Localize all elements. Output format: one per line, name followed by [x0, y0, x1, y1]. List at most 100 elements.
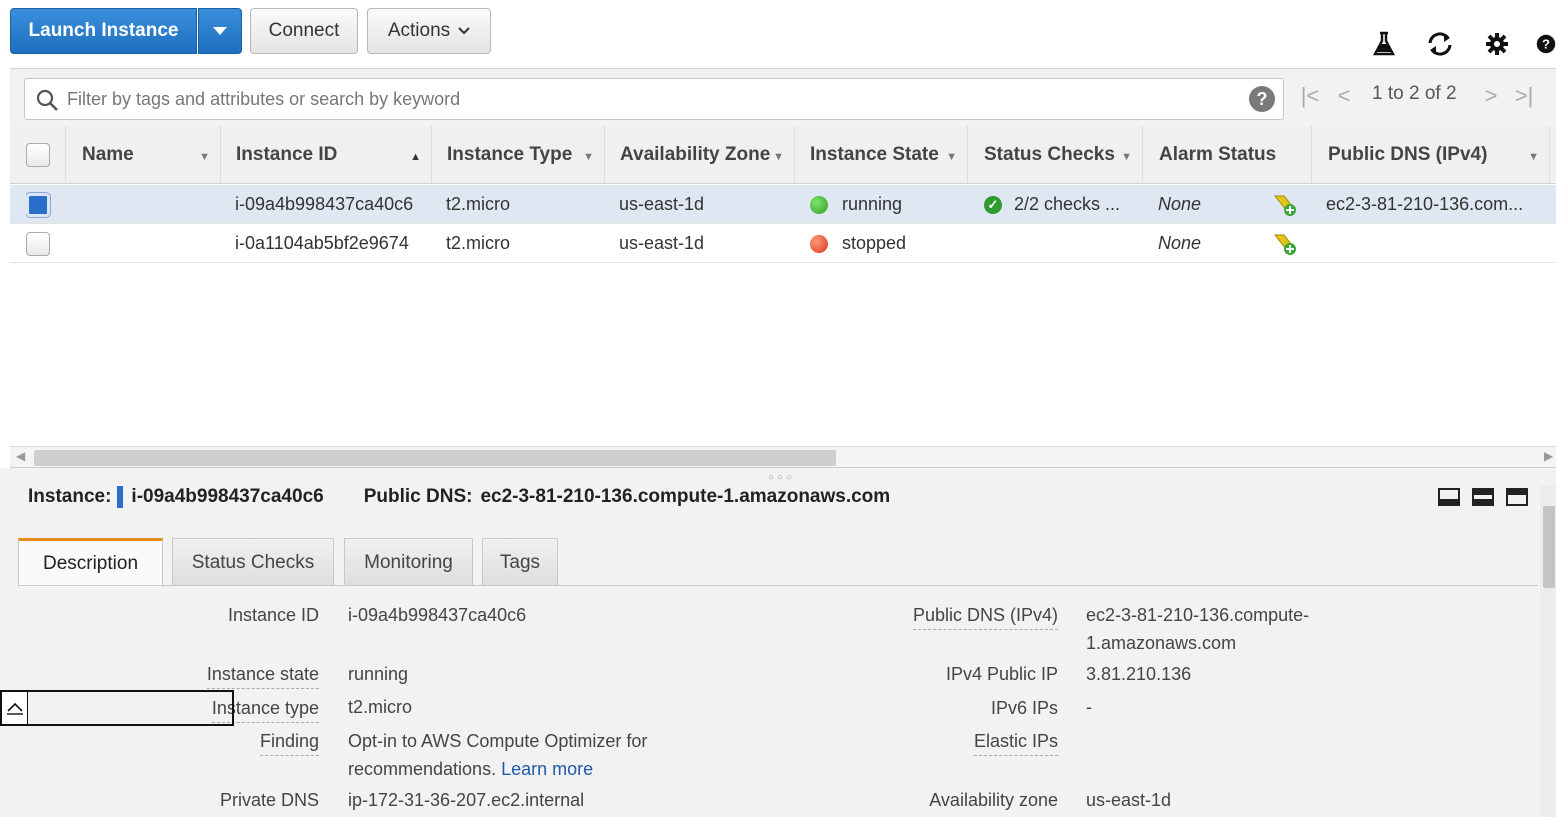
column-label: Alarm Status: [1159, 144, 1277, 165]
last-page-icon[interactable]: >|: [1512, 83, 1536, 109]
instance-id-value: i-09a4b998437ca40c6: [131, 486, 324, 507]
launch-instance-dropdown-button[interactable]: [198, 8, 242, 54]
column-header-name[interactable]: Name ▼: [66, 126, 221, 184]
refresh-icon[interactable]: [1426, 30, 1454, 58]
row-checkbox[interactable]: [26, 231, 50, 256]
scroll-left-icon[interactable]: ◀: [16, 449, 25, 463]
vertical-scrollbar[interactable]: [1540, 486, 1556, 817]
selection-marker: [117, 486, 124, 508]
check-passed-icon: ✓: [984, 195, 1002, 214]
first-page-icon[interactable]: |<: [1298, 83, 1322, 109]
row-select-cell: [26, 224, 56, 263]
public-dns-line-2: 1.amazonaws.com: [1086, 633, 1237, 653]
label-ipv6-ips: IPv6 IPs: [990, 698, 1058, 718]
cell-status-checks[interactable]: ✓ 2/2 checks ...: [984, 185, 1140, 224]
launch-instance-button[interactable]: Launch Instance: [10, 8, 197, 54]
alarm-add-icon[interactable]: [1272, 185, 1306, 224]
caret-down-icon: ▼: [1121, 151, 1132, 163]
horizontal-scrollbar[interactable]: ◀ ▶: [10, 446, 1556, 468]
gear-icon[interactable]: [1483, 30, 1511, 58]
column-label: Public DNS (IPv4): [1328, 144, 1488, 165]
caret-down-icon: ▼: [1528, 151, 1539, 163]
value-private-dns: ip-172-31-36-207.ec2.internal: [348, 790, 585, 810]
search-box[interactable]: ?: [24, 78, 1284, 120]
learn-more-link[interactable]: Learn more: [501, 759, 593, 779]
column-label: Availability Zone: [620, 144, 771, 165]
status-checks-label: 2/2 checks ...: [1014, 194, 1121, 214]
chevron-down-icon: [458, 27, 470, 35]
caret-down-icon: ▼: [773, 151, 784, 163]
connect-button[interactable]: Connect: [250, 8, 358, 54]
cell-instance-state: running: [810, 185, 970, 224]
caret-down-icon: ▼: [199, 151, 210, 163]
label-instance-id: Instance ID: [227, 605, 319, 625]
column-header-alarm-status[interactable]: Alarm Status: [1143, 126, 1312, 184]
search-input[interactable]: [65, 83, 1235, 115]
column-header-instance-id[interactable]: Instance ID ▲: [221, 126, 432, 184]
finding-text: Opt-in to AWS Compute Optimizer for reco…: [348, 731, 648, 779]
label-ipv4-public-ip: IPv4 Public IP: [945, 664, 1058, 684]
label-elastic-ips: Elastic IPs: [973, 731, 1058, 756]
column-label: Instance ID: [236, 144, 338, 165]
status-stopped-icon: [810, 234, 828, 253]
caret-down-icon: ▼: [583, 151, 594, 163]
tab-divider: [18, 585, 1538, 586]
tab-status-checks[interactable]: Status Checks: [172, 538, 334, 586]
select-all-cell: [10, 126, 66, 184]
prev-page-icon[interactable]: <: [1332, 83, 1356, 109]
details-header: Instance: i-09a4b998437ca40c6 Public DNS…: [28, 486, 890, 508]
overlay-outline-box: [0, 690, 234, 726]
help-icon[interactable]: ?: [1536, 30, 1556, 58]
status-running-icon: [810, 195, 828, 214]
column-header-instance-type[interactable]: Instance Type ▼: [432, 126, 605, 184]
column-label: Instance Type: [447, 144, 573, 165]
next-page-icon[interactable]: >: [1479, 83, 1503, 109]
actions-button[interactable]: Actions: [367, 8, 491, 54]
cell-instance-id: i-09a4b998437ca40c6: [235, 194, 414, 214]
tab-monitoring[interactable]: Monitoring: [344, 538, 473, 586]
row-checkbox[interactable]: [26, 192, 50, 217]
scrollbar-thumb[interactable]: [34, 450, 836, 466]
alarm-add-icon[interactable]: [1272, 224, 1306, 263]
caret-down-icon: [213, 27, 227, 35]
panel-view-icon[interactable]: [1438, 488, 1460, 506]
search-icon: [36, 89, 58, 111]
flask-icon[interactable]: [1370, 30, 1398, 58]
table-row[interactable]: i-0a1104ab5bf2e9674 t2.micro us-east-1d …: [10, 224, 1556, 263]
column-label: Instance State: [810, 144, 939, 165]
column-header-public-dns[interactable]: Public DNS (IPv4) ▼: [1312, 126, 1550, 184]
tab-description[interactable]: Description: [18, 538, 163, 587]
tab-tags[interactable]: Tags: [482, 538, 558, 586]
svg-text:?: ?: [1542, 37, 1550, 52]
label-instance-state: Instance state: [206, 664, 319, 689]
scroll-right-icon[interactable]: ▶: [1544, 449, 1553, 463]
table-row[interactable]: i-09a4b998437ca40c6 t2.micro us-east-1d …: [10, 185, 1556, 224]
panel-view-icon[interactable]: [1506, 488, 1528, 506]
value-instance-id: i-09a4b998437ca40c6: [348, 605, 527, 625]
select-all-checkbox[interactable]: [25, 143, 50, 167]
panel-view-icon[interactable]: [1472, 488, 1494, 506]
column-header-availability-zone[interactable]: Availability Zone ▼: [605, 126, 795, 184]
resize-grip-icon[interactable]: ○○○: [768, 472, 795, 483]
column-header-instance-state[interactable]: Instance State ▼: [795, 126, 968, 184]
cell-public-dns: [1326, 224, 1536, 263]
cell-instance-type: t2.micro: [446, 194, 511, 214]
cell-instance-type: t2.micro: [446, 233, 511, 253]
top-toolbar: Launch Instance Connect Actions ?: [0, 0, 1556, 68]
public-dns-value: ec2-3-81-210-136.compute-1.amazonaws.com: [480, 486, 891, 507]
cell-alarm-status: None: [1158, 233, 1202, 253]
collapse-icon[interactable]: [2, 692, 28, 724]
value-public-dns-ipv4: ec2-3-81-210-136.compute- 1.amazonaws.co…: [1086, 601, 1309, 657]
search-help-icon[interactable]: ?: [1249, 86, 1275, 112]
column-label: Name: [82, 144, 134, 165]
cell-instance-id: i-0a1104ab5bf2e9674: [235, 233, 409, 253]
table-header: Name ▼ Instance ID ▲ Instance Type ▼ Availa…: [10, 126, 1556, 184]
cell-zone: us-east-1d: [619, 194, 705, 214]
label-public-dns-ipv4: Public DNS (IPv4): [912, 605, 1058, 630]
label-private-dns: Private DNS: [219, 790, 319, 810]
instance-label: Instance:: [28, 486, 112, 507]
column-header-status-checks[interactable]: Status Checks ▼: [968, 126, 1143, 184]
value-ipv6-ips: -: [1086, 697, 1092, 717]
cell-public-dns: ec2-3-81-210-136.com...: [1326, 194, 1524, 214]
scrollbar-thumb[interactable]: [1543, 506, 1555, 588]
